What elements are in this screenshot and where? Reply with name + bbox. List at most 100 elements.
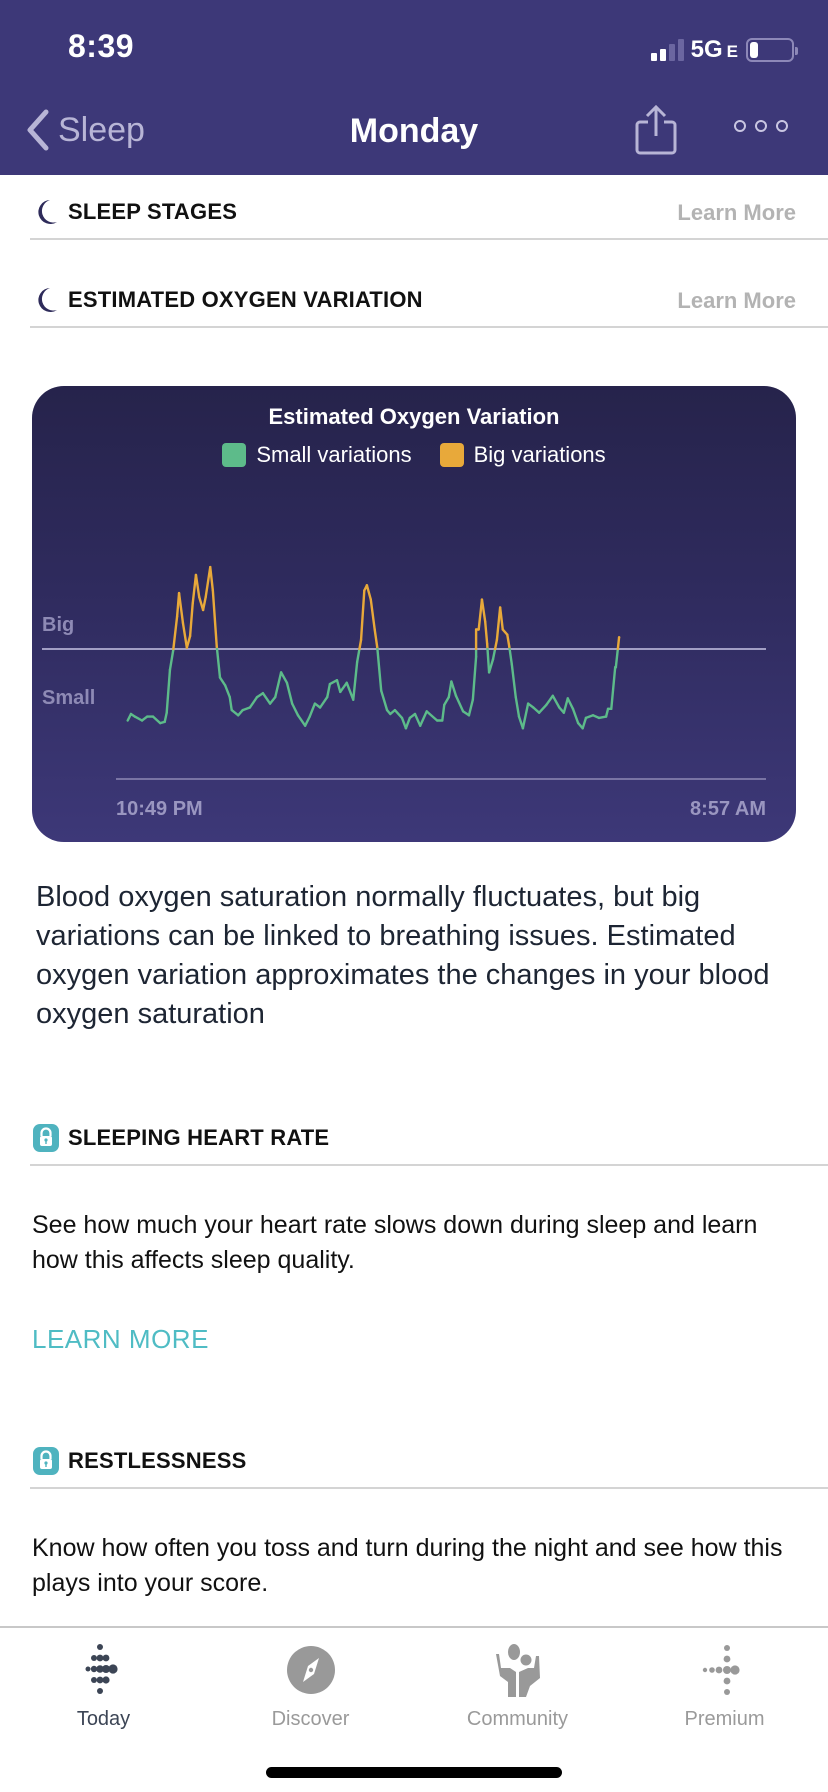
- tab-label: Discover: [271, 1708, 350, 1730]
- small-variation-segment: [290, 702, 300, 717]
- big-variation-segment: [211, 589, 218, 648]
- small-variation-segment: [261, 692, 272, 705]
- small-variation-segment: [228, 695, 233, 712]
- status-time: 8:39: [68, 28, 135, 64]
- x-label-start: 10:49 PM: [116, 798, 203, 820]
- tab-premium[interactable]: Premium: [621, 1628, 828, 1738]
- tab-community[interactable]: Community: [414, 1628, 621, 1738]
- small-variation-segment: [404, 716, 411, 730]
- heart-rate-body: See how much your heart rate slows down …: [32, 1211, 758, 1274]
- big-variation-segment: [188, 602, 194, 638]
- small-variation-segment: [151, 715, 162, 725]
- section-restlessness: RESTLESSNESS: [30, 1443, 828, 1489]
- tab-discover[interactable]: Discover: [207, 1628, 414, 1738]
- tab-label: Today: [76, 1708, 131, 1730]
- small-variation-segment: [413, 712, 422, 727]
- big-variation-segment: [480, 598, 487, 623]
- oxygen-variation-chart: Estimated Oxygen Variation Small variati…: [32, 386, 796, 842]
- small-variation-segment: [471, 655, 478, 701]
- small-variation-segment: [491, 647, 497, 661]
- network-suffix: E: [726, 42, 738, 61]
- small-variation-segment: [355, 647, 361, 664]
- battery-icon: [746, 38, 798, 62]
- small-variation-segment: [326, 682, 332, 699]
- small-variation-segment: [604, 707, 610, 718]
- share-button[interactable]: [634, 104, 678, 156]
- big-variation-segment: [498, 606, 504, 631]
- small-variation-segment: [335, 679, 342, 694]
- small-variation-segment: [274, 671, 283, 699]
- small-variation-segment: [562, 697, 569, 714]
- moon-icon: [38, 200, 57, 224]
- small-variation-segment: [163, 711, 168, 723]
- small-variation-segment: [610, 666, 617, 710]
- more-dot: [734, 120, 746, 132]
- section-sleep-stages: SLEEP STAGES Learn More: [30, 194, 828, 240]
- big-variation-segment: [181, 621, 189, 649]
- section-oxygen-variation: ESTIMATED OXYGEN VARIATION Learn More: [30, 282, 828, 328]
- heart-rate-learn-more-link[interactable]: LEARN MORE: [32, 1324, 209, 1355]
- section-title: ESTIMATED OXYGEN VARIATION: [68, 287, 423, 312]
- learn-more-link[interactable]: Learn More: [677, 288, 796, 314]
- more-dot: [776, 120, 788, 132]
- back-label: Sleep: [58, 110, 145, 149]
- small-variation-segment: [339, 681, 348, 694]
- tab-label: Premium: [684, 1708, 765, 1730]
- section-sleeping-heart-rate: SLEEPING HEART RATE: [30, 1120, 828, 1166]
- learn-more-link[interactable]: Learn More: [677, 200, 796, 226]
- small-variation-segment: [514, 695, 521, 718]
- small-variation-segment: [545, 694, 554, 707]
- chevron-left-icon: [27, 109, 49, 151]
- more-options-button[interactable]: [734, 120, 788, 132]
- big-variation-segment: [172, 615, 179, 651]
- small-variation-segment: [510, 663, 517, 699]
- big-variation-segment: [201, 595, 207, 612]
- lock-icon: [33, 1447, 59, 1475]
- small-variation-segment: [486, 647, 491, 674]
- small-variation-segment: [614, 647, 620, 669]
- status-indicators: 5G E: [650, 36, 798, 64]
- network-type: 5G: [690, 36, 723, 63]
- small-variation-segment: [454, 694, 465, 713]
- small-variation-segment: [296, 714, 307, 727]
- small-variation-segment: [551, 694, 561, 709]
- small-variation-segment: [467, 698, 475, 717]
- small-variation-segment: [215, 647, 222, 679]
- small-variation-segment: [248, 695, 259, 709]
- more-dot: [755, 120, 767, 132]
- small-variation-segment: [450, 680, 458, 697]
- small-variation-segment: [285, 681, 294, 705]
- small-variation-segment: [425, 710, 439, 722]
- small-variation-segment: [419, 710, 428, 727]
- small-variation-segment: [537, 703, 548, 714]
- big-variation-segment: [484, 620, 489, 645]
- small-variation-segment: [566, 697, 575, 710]
- legend-item-big: Big variations: [439, 442, 606, 468]
- small-variation-segment: [508, 647, 514, 666]
- small-variation-segment: [223, 684, 231, 699]
- x-label-end: 8:57 AM: [690, 798, 766, 820]
- chart-title: Estimated Oxygen Variation: [268, 404, 560, 429]
- legend-label: Small variations: [256, 442, 412, 467]
- home-indicator: [266, 1767, 562, 1778]
- small-variation-segment: [308, 702, 317, 718]
- big-variation-segment: [506, 633, 511, 648]
- small-variation-segment: [168, 649, 175, 671]
- y-label-small: Small: [42, 687, 96, 709]
- small-variation-segment: [345, 681, 355, 701]
- section-title: SLEEPING HEART RATE: [68, 1125, 330, 1150]
- legend-label: Big variations: [473, 442, 606, 467]
- back-button[interactable]: Sleep: [24, 108, 145, 152]
- fitbit-dots-icon: [85, 1644, 118, 1694]
- section-title: RESTLESSNESS: [68, 1448, 247, 1473]
- community-people-icon: [495, 1644, 540, 1697]
- y-label-big: Big: [42, 614, 75, 636]
- lock-icon: [33, 1124, 59, 1152]
- small-variation-segment: [441, 703, 446, 722]
- big-variation-segment: [365, 584, 372, 601]
- page-title: Monday: [349, 112, 479, 150]
- tab-today[interactable]: Today: [0, 1628, 207, 1738]
- oxygen-description: Blood oxygen saturation normally fluctua…: [36, 881, 770, 1030]
- chart-legend: Small variations Big variations: [32, 442, 796, 468]
- small-variation-segment: [380, 689, 389, 712]
